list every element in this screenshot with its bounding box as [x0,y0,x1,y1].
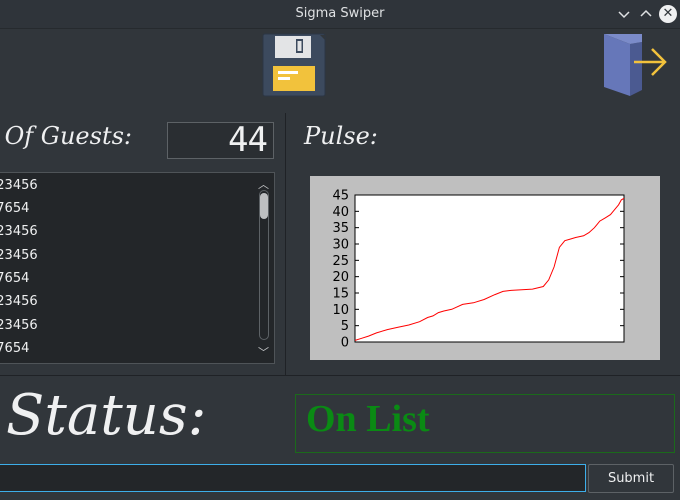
list-item[interactable]: 123456 [0,174,38,197]
list-item[interactable]: 87654 [0,197,29,220]
floppy-disk-icon[interactable] [262,33,326,97]
horizontal-divider [0,375,680,376]
maximize-icon[interactable] [636,4,656,24]
y-tick-label: 10 [332,303,349,318]
list-item[interactable]: 123456 [0,290,38,313]
pulse-label: Pulse: [304,122,378,150]
y-tick-label: 45 [332,189,349,204]
pulse-chart: 0 51015 202530 354045 [332,189,625,351]
list-item[interactable]: 87654 [0,267,29,290]
plot-area [354,194,625,343]
window-title: Sigma Swiper [295,6,385,21]
y-tick-label: 30 [332,238,349,253]
y-tick-label: 25 [332,254,349,269]
y-tick-label: 20 [332,270,349,285]
title-bar: Sigma Swiper ✕ [0,0,680,29]
guest-list[interactable]: 123456 87654 123456 123456 87654 123456 … [0,172,275,364]
status-value: On List [306,398,430,440]
exit-door-icon[interactable] [600,32,668,98]
vertical-divider [285,113,286,375]
y-tick-label: 40 [332,205,349,220]
list-item[interactable]: 123456 [0,244,38,267]
y-tick-label: 35 [332,221,349,236]
list-item[interactable]: 123456 [0,220,38,243]
y-tick-label: 5 [341,319,349,334]
guest-count-display: 44 [167,122,274,159]
status-label: Status: [6,383,207,448]
list-item[interactable]: 87654 [0,337,29,360]
scrollbar-thumb[interactable] [260,193,268,219]
scroll-down-arrow-icon[interactable]: ﹀ [258,344,269,360]
guest-count-label: r Of Guests: [0,122,132,150]
list-item[interactable]: 123456 [0,314,38,337]
y-tick-label: 15 [332,287,349,302]
swipe-input[interactable] [0,464,586,492]
y-tick-label: 0 [341,336,349,351]
close-icon[interactable]: ✕ [659,5,677,23]
submit-button[interactable]: Submit [588,464,674,493]
minimize-icon[interactable] [614,4,634,24]
